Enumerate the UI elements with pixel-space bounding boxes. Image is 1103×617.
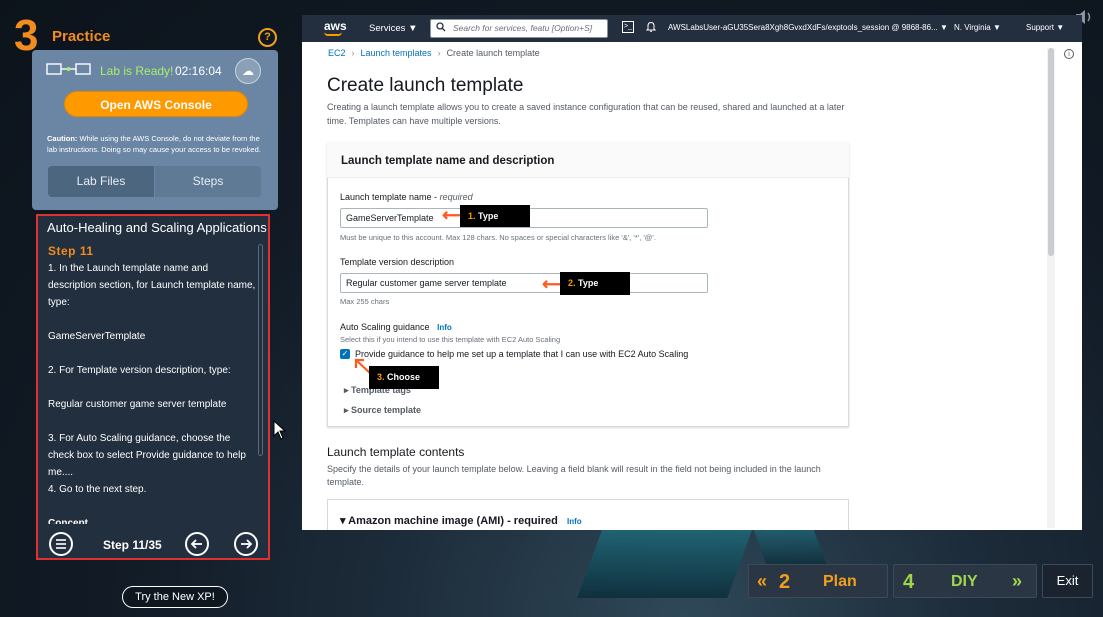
diy-label: DIY [951,573,978,590]
annotation-callout: 2. Type [560,272,630,295]
page-title: Create launch template [327,75,524,96]
double-chevron-left-icon: « [757,571,768,591]
version-description-hint: Max 255 chars [340,297,390,306]
previous-step-button[interactable] [185,532,209,556]
help-icon[interactable]: ? [258,28,277,47]
section-title: Launch template name and description [341,155,555,167]
breadcrumb: EC2 › Launch templates › Create launch templ… [328,48,540,58]
aws-console-window: aws Services ▼ Search for services, feat… [302,15,1082,530]
caution-label: Caution: [47,134,78,143]
search-icon [436,22,446,35]
scene-decoration [753,530,827,564]
source-template-expander[interactable]: ▸ Source template [344,405,421,416]
template-name-label: Launch template name - required [340,192,473,202]
instruction-line: 4. Go to the next step. [48,484,147,495]
lab-timer: 02:16:04 [175,64,222,78]
info-icon[interactable]: i [1064,49,1074,59]
instruction-line: 2. For Template version description, typ… [48,365,231,376]
plan-number: 2 [779,571,791,593]
plan-label: Plan [823,573,857,590]
scene-decoration [577,528,753,598]
practice-title: Practice [52,28,111,45]
info-link[interactable]: Info [567,517,582,526]
annotation-callout: 1. Type [460,205,530,227]
info-link[interactable]: Info [437,323,452,332]
breadcrumb-current: Create launch template [446,48,540,58]
instruction-line: Concept [48,518,88,524]
try-new-xp-button[interactable]: Try the New XP! [122,586,228,608]
breadcrumb-ec2[interactable]: EC2 [328,48,346,58]
next-step-button[interactable] [234,532,258,556]
region-menu[interactable]: N. Virginia ▼ [954,23,1001,32]
arrow-left-icon [190,539,202,549]
auto-scaling-checkbox-label[interactable]: Provide guidance to help me set up a tem… [355,349,688,359]
launch-template-contents-description: Specify the details of your launch templ… [327,464,821,487]
caution-text: While using the AWS Console, do not devi… [47,134,261,154]
list-icon[interactable] [49,532,73,556]
diy-nav-button[interactable]: 4 DIY » [893,564,1037,598]
version-description-label: Template version description [340,257,455,267]
lab-connection-icon [46,62,93,78]
template-name-hint: Must be unique to this account. Max 128 … [340,233,656,242]
tab-steps[interactable]: Steps [155,166,261,197]
lab-status-text: Lab is Ready! [100,64,174,78]
steps-title: Auto-Healing and Scaling Applications [47,220,267,235]
arrow-right-icon [241,539,253,549]
chevron-right-icon: › [437,48,441,58]
steps-scrollbar[interactable] [258,244,263,456]
instruction-line: Regular customer game server template [48,399,227,410]
scrollbar-thumb[interactable] [1048,48,1054,256]
auto-scaling-hint: Select this if you intend to use this te… [340,335,561,344]
open-aws-console-button[interactable]: Open AWS Console [64,91,248,117]
aws-top-nav: aws Services ▼ Search for services, feat… [302,15,1082,42]
auto-scaling-guidance-label: Auto Scaling guidance Info [340,322,452,332]
aws-logo[interactable]: aws [324,19,347,33]
services-menu[interactable]: Services ▼ [369,23,417,34]
double-chevron-right-icon: » [1012,571,1023,591]
annotation-callout: 3. Choose [369,366,439,389]
bell-icon[interactable] [645,21,657,35]
account-menu[interactable]: AWSLabsUser-aGU35Sera8Xgh8GvxdXdFs/expto… [668,23,948,32]
ami-section-expander[interactable]: ▾ Amazon machine image (AMI) - required … [340,514,582,527]
step-counter: Step 11/35 [103,538,162,552]
diy-number: 4 [903,571,915,593]
instruction-line: 3. For Auto Scaling guidance, choose the… [48,433,246,478]
cloudshell-icon[interactable]: >_ [622,21,634,33]
step-label: Step 11 [48,244,94,258]
caution-note: Caution: While using the AWS Console, do… [47,133,269,155]
plan-nav-button[interactable]: « 2 Plan [748,564,888,598]
mouse-cursor-icon [273,419,287,445]
chevron-right-icon: › [351,48,355,58]
launch-template-contents-title: Launch template contents [327,445,465,459]
exit-button[interactable]: Exit [1042,564,1093,598]
instruction-line: 1. In the Launch template name and descr… [48,263,256,308]
page-description: Creating a launch template allows you to… [327,102,845,126]
instruction-line: GameServerTemplate [48,331,146,342]
search-input[interactable]: Search for services, featu [Option+S] [430,19,608,38]
tab-lab-files[interactable]: Lab Files [48,166,154,197]
auto-scaling-checkbox[interactable]: ✓ [340,349,350,359]
step-instructions: 1. In the Launch template name and descr… [48,260,258,524]
version-description-input[interactable]: Regular customer game server template [340,273,708,293]
support-menu[interactable]: Support ▼ [1026,23,1064,32]
cloud-download-icon[interactable]: ☁ [235,58,261,84]
breadcrumb-launch-templates[interactable]: Launch templates [361,48,432,58]
aws-logo-smile [324,32,342,36]
